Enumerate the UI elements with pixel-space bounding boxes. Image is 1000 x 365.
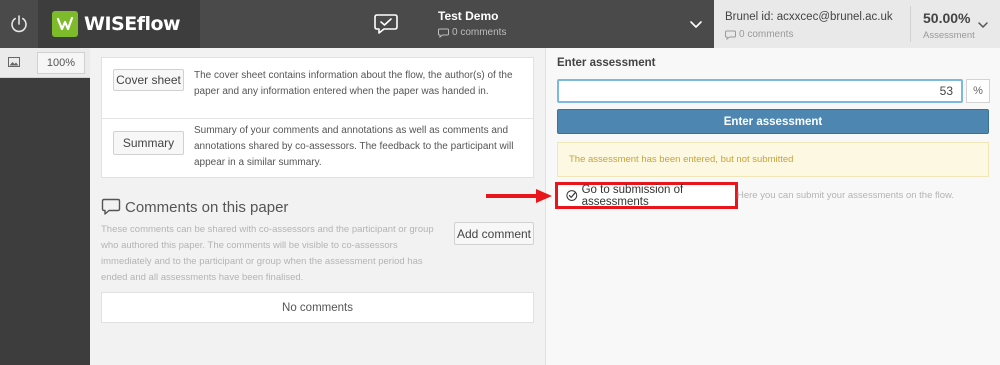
assessment-score: 50.00% [923,10,971,26]
power-icon [11,15,27,33]
assessment-status-alert: The assessment has been entered, but not… [557,142,989,177]
cover-sheet-row: Cover sheet The cover sheet contains inf… [102,58,533,118]
user-menu-toggle[interactable] [976,18,990,32]
chat-check-icon [374,14,398,34]
go-to-submission-link[interactable]: Go to submission of assessments [555,182,738,209]
comment-icon [725,30,736,40]
comments-header: Comments on this paper [101,198,288,216]
percent-unit: % [966,79,990,103]
documents-card: Cover sheet The cover sheet contains inf… [101,57,534,178]
flow-menu-toggle[interactable] [688,16,704,32]
chevron-down-icon [978,22,988,28]
enter-assessment-button[interactable]: Enter assessment [557,109,989,134]
summary-row: Summary Summary of your comments and ann… [102,118,533,178]
summary-button[interactable]: Summary [113,131,184,155]
cover-sheet-description: The cover sheet contains information abo… [194,70,513,97]
assessment-score-label: Assessment [923,30,975,41]
assessment-panel: Enter assessment % Enter assessment The … [546,48,1000,365]
no-comments-message: No comments [101,292,534,323]
assessment-input[interactable] [557,79,963,103]
divider [910,6,911,42]
viewer-toolbar: 100% [0,48,90,78]
enter-assessment-label: Enter assessment [557,57,656,69]
flow-title[interactable]: Test Demo [438,9,498,23]
submission-hint: Here you can submit your assessments on … [737,190,955,201]
comment-icon [101,198,121,215]
comments-description: These comments can be shared with co-ass… [101,224,434,283]
power-button[interactable] [0,0,38,48]
add-comment-button[interactable]: Add comment [454,222,534,245]
summary-description: Summary of your comments and annotations… [194,125,514,168]
user-id: Brunel id: acxxcec@brunel.ac.uk [725,11,893,23]
top-bar: WISEflow Test Demo 0 comments Brunel id:… [0,0,1000,48]
user-comments-label: 0 comments [739,29,794,40]
comment-icon [438,28,449,38]
paper-panel: Cover sheet The cover sheet contains inf… [90,48,546,365]
image-icon[interactable] [8,57,20,67]
assessment-status-text: The assessment has been entered, but not… [569,154,794,165]
brand-name: WISEflow [84,13,181,35]
document-viewer [0,48,90,365]
comments-title: Comments on this paper [125,198,289,216]
chevron-down-icon [690,21,702,28]
cover-sheet-button[interactable]: Cover sheet [113,69,184,91]
brand[interactable]: WISEflow [38,0,200,48]
chat-button[interactable] [372,10,400,38]
check-circle-icon [566,190,578,201]
red-arrow-icon [486,189,552,203]
user-panel: Brunel id: acxxcec@brunel.ac.uk 0 commen… [714,0,1000,48]
flow-comments-label: 0 comments [452,27,507,38]
flow-comments-count: 0 comments [438,27,506,38]
wiseflow-logo-icon [52,11,78,37]
go-to-submission-label: Go to submission of assessments [581,183,684,208]
user-comments-count: 0 comments [725,29,793,40]
zoom-level[interactable]: 100% [37,52,85,74]
